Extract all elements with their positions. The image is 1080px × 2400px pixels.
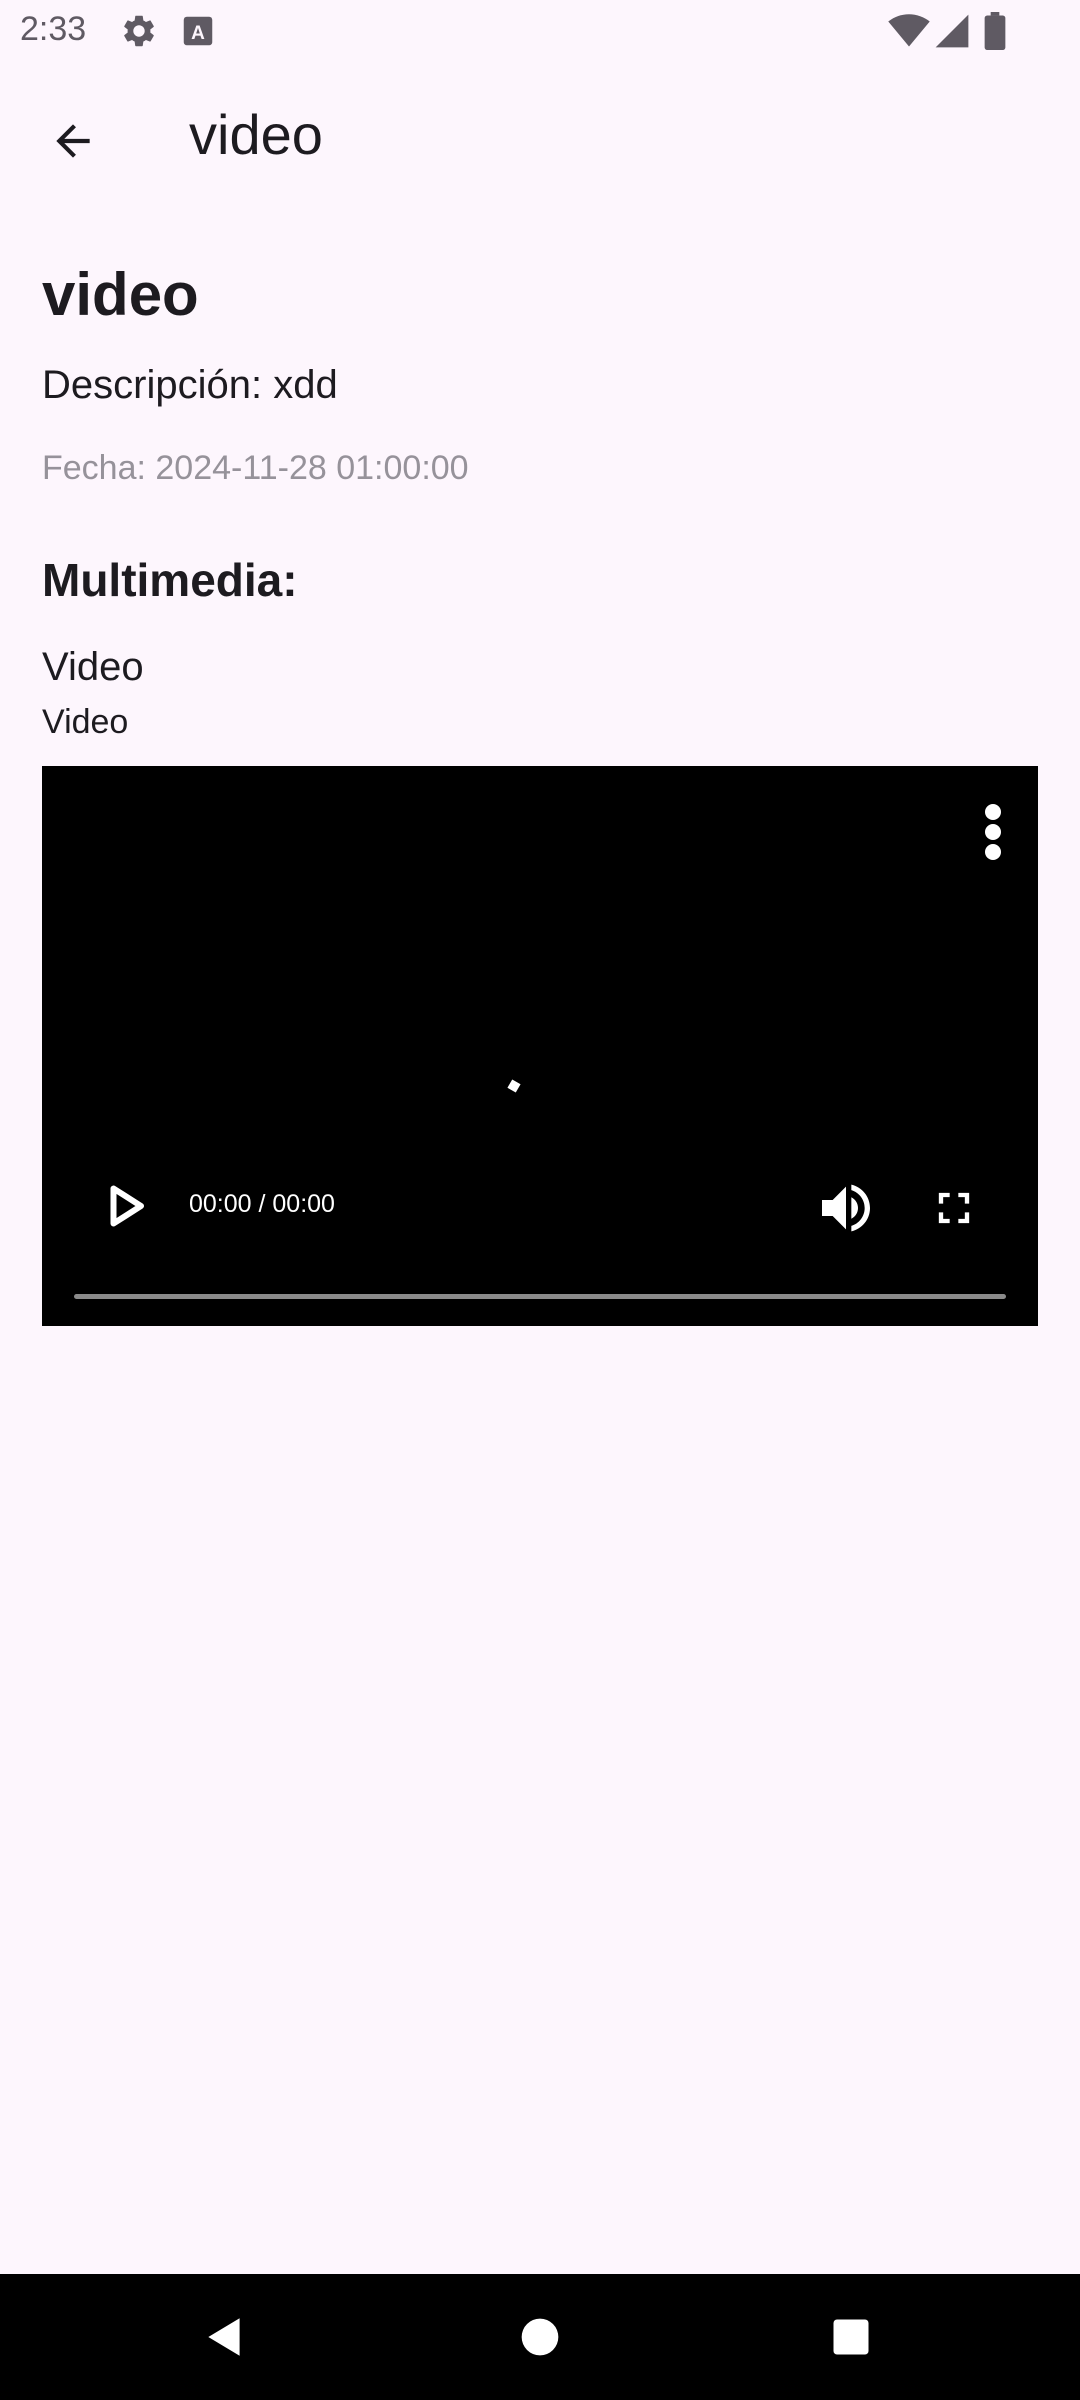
back-button[interactable]	[36, 104, 110, 178]
status-time: 2:33	[20, 10, 87, 48]
play-icon	[110, 1185, 144, 1227]
nav-back-button[interactable]	[192, 2304, 258, 2370]
keyboard-a-icon: A	[182, 12, 214, 55]
multimedia-heading: Multimedia:	[42, 554, 298, 606]
video-progress-bar[interactable]	[74, 1294, 1006, 1299]
app-bar: video	[0, 64, 1080, 208]
post-description: Descripción: xdd	[42, 363, 338, 407]
fullscreen-button[interactable]	[928, 1182, 980, 1234]
settings-icon	[120, 12, 158, 55]
signal-icon	[934, 12, 970, 55]
more-vert-icon	[985, 804, 1001, 860]
app-title: video	[189, 103, 323, 166]
loading-spinner	[506, 1078, 522, 1099]
status-bar: 2:33 A	[0, 0, 1080, 64]
volume-icon	[822, 1184, 870, 1232]
battery-icon	[984, 12, 1006, 55]
play-button[interactable]	[96, 1176, 156, 1236]
media-type-label: Video	[42, 645, 144, 689]
recents-square-icon	[833, 2319, 869, 2355]
svg-text:A: A	[191, 23, 205, 44]
media-caption: Video	[42, 703, 129, 741]
volume-button[interactable]	[814, 1176, 878, 1240]
fullscreen-icon	[938, 1192, 970, 1224]
video-time: 00:00 / 00:00	[189, 1190, 335, 1218]
more-options-button[interactable]	[978, 802, 1008, 862]
post-content: video Descripción: xdd Fecha: 2024-11-28…	[42, 250, 1038, 744]
nav-recents-button[interactable]	[818, 2304, 884, 2370]
post-title: video	[42, 261, 199, 328]
nav-home-button[interactable]	[507, 2304, 573, 2370]
arrow-back-icon	[56, 124, 90, 158]
system-nav-bar	[0, 2274, 1080, 2400]
back-triangle-icon	[208, 2318, 240, 2356]
home-circle-icon	[521, 2318, 559, 2356]
post-date: Fecha: 2024-11-28 01:00:00	[42, 449, 469, 487]
video-player[interactable]: 00:00 / 00:00	[42, 766, 1038, 1326]
wifi-icon	[888, 12, 930, 55]
